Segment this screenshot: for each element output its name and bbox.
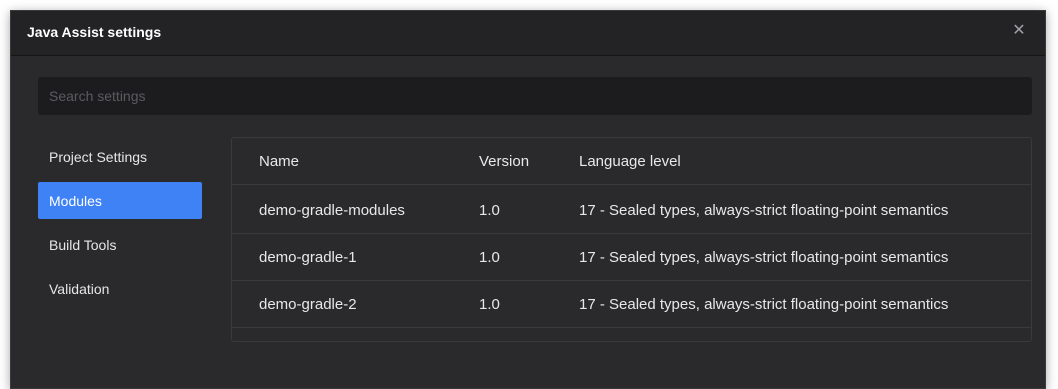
module-name: demo-gradle-modules	[259, 202, 405, 219]
module-language-level: 17 - Sealed types, always-strict floatin…	[579, 202, 949, 219]
module-language-level: 17 - Sealed types, always-strict floatin…	[579, 296, 949, 313]
sidebar-item-validation[interactable]: Validation	[38, 270, 202, 307]
settings-dialog: Java Assist settings ✕ Project Settings …	[10, 10, 1046, 389]
search-input[interactable]	[38, 77, 1032, 115]
sidebar-item-modules[interactable]: Modules	[38, 182, 202, 219]
table-row[interactable]: demo-gradle-2 1.0 17 - Sealed types, alw…	[232, 281, 1031, 328]
table-header-row: Name Version Language level	[232, 138, 1031, 185]
column-header-name[interactable]: Name	[259, 138, 299, 185]
settings-sidebar: Project Settings Modules Build Tools Val…	[38, 138, 208, 314]
dialog-title: Java Assist settings	[27, 24, 162, 40]
dialog-titlebar: Java Assist settings ✕	[11, 11, 1045, 56]
column-header-language-level[interactable]: Language level	[579, 138, 681, 185]
module-language-level: 17 - Sealed types, always-strict floatin…	[579, 249, 949, 266]
module-version: 1.0	[479, 249, 500, 266]
module-name: demo-gradle-1	[259, 249, 357, 266]
table-row[interactable]: demo-gradle-modules 1.0 17 - Sealed type…	[232, 187, 1031, 234]
module-version: 1.0	[479, 296, 500, 313]
close-icon[interactable]: ✕	[1007, 19, 1031, 43]
sidebar-item-project-settings[interactable]: Project Settings	[38, 138, 202, 175]
table-row[interactable]: demo-gradle-1 1.0 17 - Sealed types, alw…	[232, 234, 1031, 281]
modules-table: Name Version Language level demo-gradle-…	[231, 137, 1032, 342]
sidebar-item-build-tools[interactable]: Build Tools	[38, 226, 202, 263]
module-version: 1.0	[479, 202, 500, 219]
module-name: demo-gradle-2	[259, 296, 357, 313]
column-header-version[interactable]: Version	[479, 138, 529, 185]
